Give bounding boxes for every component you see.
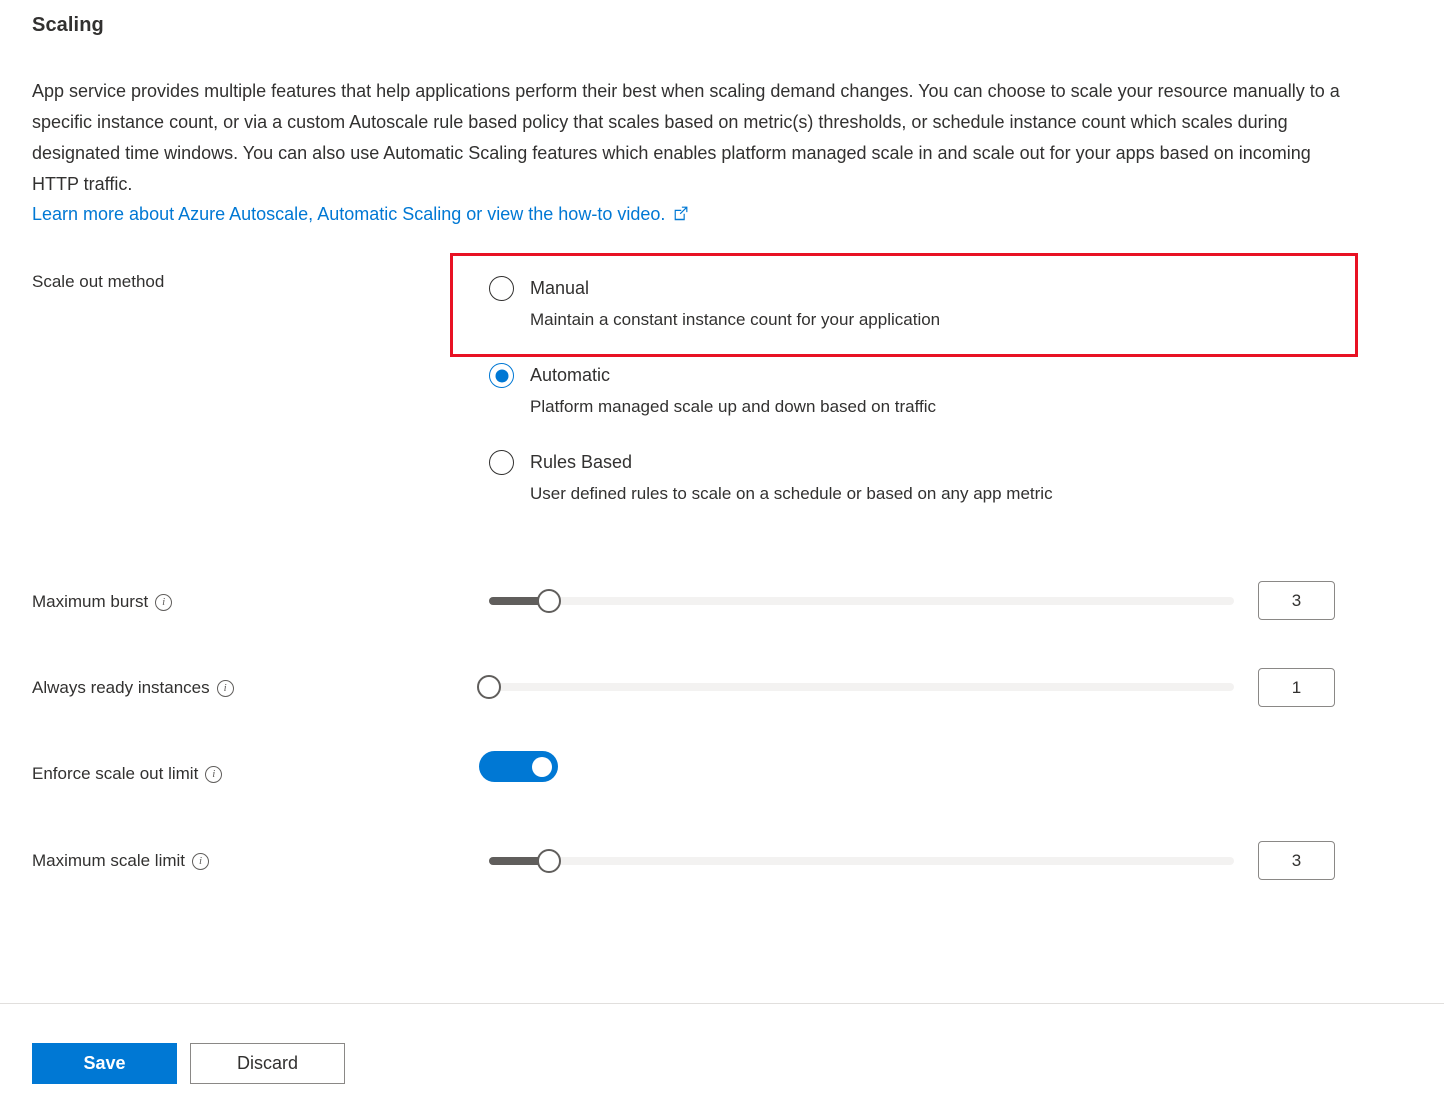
scale-out-method-label: Scale out method: [32, 272, 164, 292]
radio-option-automatic-row[interactable]: Automatic: [489, 363, 1289, 388]
maximum-burst-input[interactable]: [1258, 581, 1335, 620]
radio-desc-manual: Maintain a constant instance count for y…: [530, 310, 941, 329]
maximum-scale-limit-input[interactable]: [1258, 841, 1335, 880]
radio-option-manual[interactable]: Manual Maintain a constant instance coun…: [489, 276, 1289, 330]
learn-more-line: Learn more about Azure Autoscale, Automa…: [32, 200, 689, 230]
info-icon-maximum-burst[interactable]: i: [155, 593, 173, 611]
enforce-scale-out-limit-label-text: Enforce scale out limit: [32, 764, 199, 783]
radio-option-rules-based-row[interactable]: Rules Based: [489, 450, 1289, 475]
page-title: Scaling: [32, 14, 104, 36]
maximum-scale-limit-label: Maximum scale limit i: [32, 851, 210, 871]
discard-button[interactable]: Discard: [190, 1043, 345, 1084]
always-ready-instances-slider-track[interactable]: [489, 683, 1234, 691]
radio-option-automatic[interactable]: Automatic Platform managed scale up and …: [489, 363, 1289, 417]
maximum-scale-limit-label-text: Maximum scale limit: [32, 851, 186, 870]
info-icon-always-ready-instances[interactable]: i: [216, 679, 234, 697]
radio-option-manual-row[interactable]: Manual: [489, 276, 1289, 301]
always-ready-instances-input[interactable]: [1258, 668, 1335, 707]
radio-label-manual: Manual: [530, 278, 590, 298]
page-description: App service provides multiple features t…: [32, 81, 1340, 194]
scale-out-method-label-text: Scale out method: [32, 272, 165, 291]
maximum-burst-label: Maximum burst i: [32, 592, 173, 612]
radio-desc-automatic: Platform managed scale up and down based…: [530, 397, 937, 416]
radio-desc-rules-based: User defined rules to scale on a schedul…: [530, 484, 1053, 503]
always-ready-instances-slider[interactable]: [477, 675, 1234, 699]
external-link-icon[interactable]: [672, 202, 689, 230]
radio-option-rules-based[interactable]: Rules Based User defined rules to scale …: [489, 450, 1289, 504]
maximum-scale-limit-slider[interactable]: [489, 849, 1234, 873]
always-ready-instances-label: Always ready instances i: [32, 678, 234, 698]
maximum-scale-limit-slider-track[interactable]: [489, 857, 1234, 865]
always-ready-instances-slider-thumb[interactable]: [477, 675, 501, 699]
always-ready-instances-label-text: Always ready instances: [32, 678, 210, 697]
radio-circle-rules-based[interactable]: [489, 450, 514, 475]
scale-out-method-radio-group[interactable]: Manual Maintain a constant instance coun…: [489, 276, 1289, 516]
enforce-scale-out-limit-label: Enforce scale out limit i: [32, 764, 223, 784]
maximum-scale-limit-slider-thumb[interactable]: [536, 849, 561, 873]
toggle-knob: [532, 756, 552, 777]
radio-label-automatic: Automatic: [530, 365, 611, 385]
footer-divider: [0, 1003, 1444, 1004]
maximum-burst-slider-track[interactable]: [489, 597, 1234, 605]
radio-label-rules-based: Rules Based: [530, 452, 633, 472]
info-icon-enforce-scale-out-limit[interactable]: i: [205, 765, 223, 783]
maximum-burst-slider[interactable]: [489, 589, 1234, 613]
maximum-burst-label-text: Maximum burst: [32, 592, 149, 611]
save-button[interactable]: Save: [32, 1043, 177, 1084]
learn-more-link[interactable]: Learn more about Azure Autoscale, Automa…: [32, 204, 665, 224]
radio-circle-automatic[interactable]: [489, 363, 514, 388]
enforce-scale-out-limit-toggle[interactable]: [479, 751, 558, 782]
maximum-burst-slider-thumb[interactable]: [536, 589, 561, 613]
radio-circle-manual[interactable]: [489, 276, 514, 301]
info-icon-maximum-scale-limit[interactable]: i: [192, 852, 210, 870]
